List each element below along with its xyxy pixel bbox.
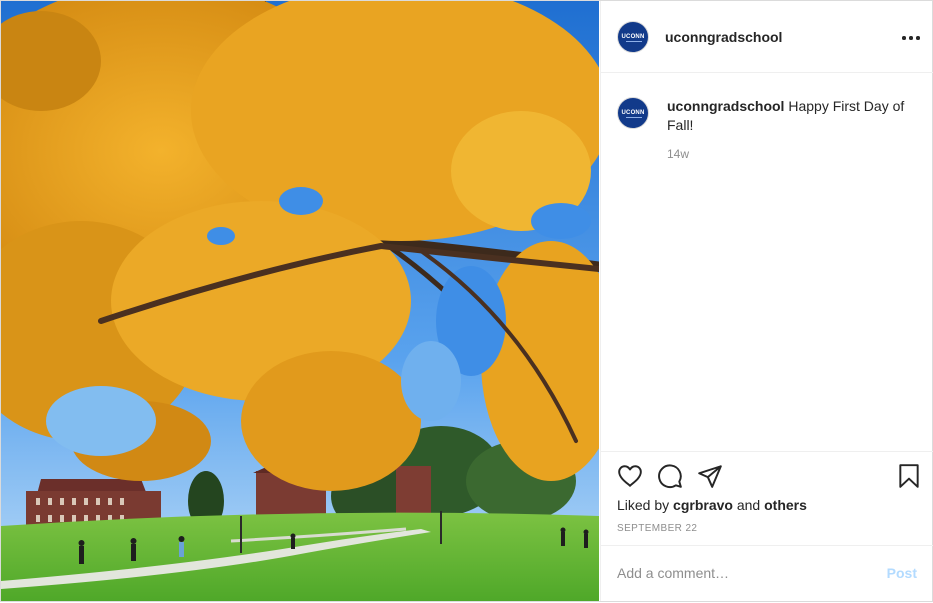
liked-others-link[interactable]: others [764,497,807,513]
liked-prefix: Liked by [617,497,674,513]
likes-summary: Liked by cgrbravo and others [617,497,807,513]
post-caption: uconngradschool Happy First Day of Fall! [667,97,917,134]
post-header: UCONN uconngradschool [601,1,933,73]
avatar-logo-text: UCONN [621,34,645,40]
comment-bubble-icon[interactable] [657,463,683,489]
post-modal: UCONN uconngradschool UCONN uconngradsch… [0,0,933,602]
lawn [1,512,599,601]
bookmark-icon[interactable] [897,463,921,489]
post-actions: Liked by cgrbravo and others SEPTEMBER 2… [601,451,933,545]
post-photo[interactable] [1,1,599,601]
avatar[interactable]: UCONN [617,21,649,53]
comment-box: Post [601,545,933,601]
paper-plane-icon[interactable] [697,463,723,489]
post-date[interactable]: SEPTEMBER 22 [617,523,697,534]
post-sidebar: UCONN uconngradschool UCONN uconngradsch… [600,1,933,601]
post-age[interactable]: 14w [667,147,689,161]
more-options-icon[interactable] [899,27,923,47]
post-comment-button[interactable]: Post [887,565,917,581]
comment-input[interactable] [617,562,867,584]
liked-user-link[interactable]: cgrbravo [673,497,733,513]
caption-avatar-logo-text: UCONN [621,110,645,116]
heart-icon[interactable] [617,463,643,489]
caption-username[interactable]: uconngradschool [667,98,784,114]
header-username[interactable]: uconngradschool [665,29,782,45]
liked-and: and [732,497,765,513]
caption-avatar[interactable]: UCONN [617,97,649,129]
autumn-campus-photo [1,1,599,601]
